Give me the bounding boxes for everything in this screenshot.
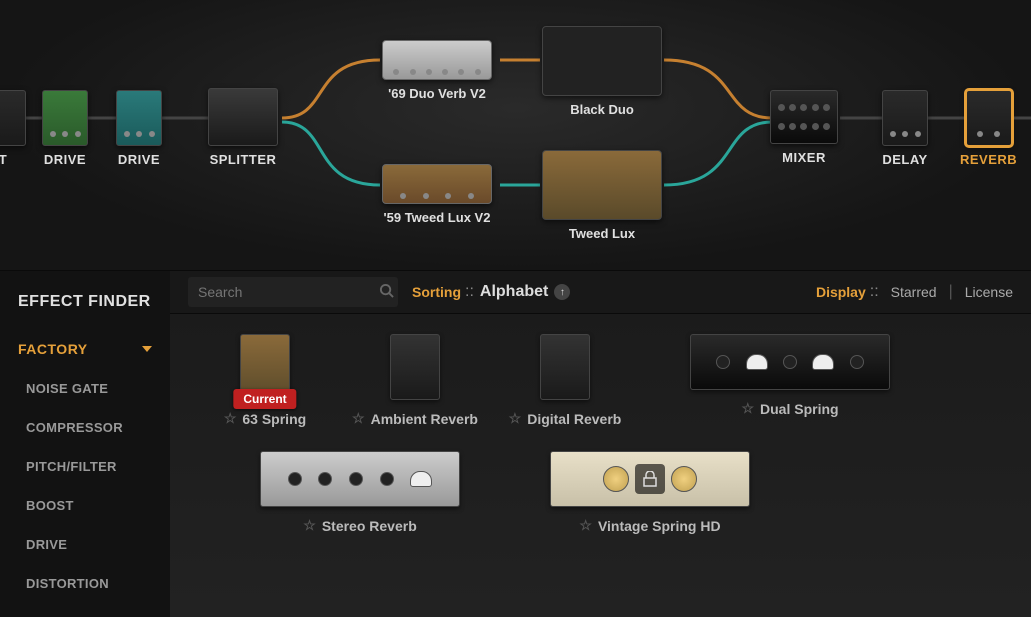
filter-starred[interactable]: Starred	[891, 284, 937, 300]
sidebar-item-pitch-filter[interactable]: PITCH/FILTER	[0, 447, 170, 486]
separator-dots: ::	[465, 283, 474, 301]
content-area: Sorting :: Alphabet ↑ Display :: Starred…	[170, 271, 1031, 617]
sidebar-item-distortion[interactable]: DISTORTION	[0, 564, 170, 603]
sidebar-item-boost[interactable]: BOOST	[0, 486, 170, 525]
lock-icon	[635, 464, 665, 494]
cab-label: Tweed Lux	[542, 226, 662, 241]
star-icon[interactable]: ☆	[303, 517, 316, 534]
effect-label: Dual Spring	[760, 401, 839, 417]
effect-label: Stereo Reverb	[322, 518, 417, 534]
effect-thumbnail	[540, 334, 590, 400]
effect-vintage-spring-hd[interactable]: ☆ Vintage Spring HD	[520, 451, 780, 534]
search-box[interactable]	[188, 277, 398, 307]
star-icon[interactable]: ☆	[509, 410, 522, 427]
chain-amp-top[interactable]: '69 Duo Verb V2	[382, 40, 492, 101]
sorting-value[interactable]: Alphabet	[480, 283, 548, 301]
effect-row: ☆ Stereo Reverb	[190, 451, 1011, 534]
pedal-drive[interactable]	[42, 90, 88, 146]
amp-label: '59 Tweed Lux V2	[382, 210, 492, 225]
device-label: DELAY	[882, 152, 928, 167]
signal-chain: T DRIVE DRIVE SPLITTER '69 Duo Verb V2 B…	[0, 0, 1031, 270]
pedal-input[interactable]	[0, 90, 26, 146]
effect-label: Digital Reverb	[527, 411, 621, 427]
effect-label: Vintage Spring HD	[598, 518, 721, 534]
speaker-cabinet[interactable]	[542, 26, 662, 96]
chain-device-input[interactable]: T	[0, 90, 26, 167]
chain-cab-top[interactable]: Black Duo	[542, 26, 662, 117]
device-label: SPLITTER	[208, 152, 278, 167]
effect-dual-spring[interactable]: ☆ Dual Spring	[660, 334, 920, 427]
device-label: DRIVE	[116, 152, 162, 167]
effects-grid[interactable]: Current ☆ 63 Spring ☆ Ambient Reverb	[170, 314, 1031, 617]
star-icon[interactable]: ☆	[579, 517, 592, 534]
sidebar-item-noise-gate[interactable]: NOISE GATE	[0, 369, 170, 408]
star-icon[interactable]: ☆	[224, 410, 237, 427]
star-icon[interactable]: ☆	[741, 400, 754, 417]
display-label[interactable]: Display	[816, 284, 866, 300]
effect-thumbnail	[550, 451, 750, 507]
speaker-cabinet[interactable]	[542, 150, 662, 220]
search-icon	[379, 283, 394, 301]
toolbar: Sorting :: Alphabet ↑ Display :: Starred…	[170, 271, 1031, 314]
pedal-drive[interactable]	[116, 90, 162, 146]
sidebar-item-drive[interactable]: DRIVE	[0, 525, 170, 564]
current-badge: Current	[233, 389, 296, 409]
mixer-unit[interactable]	[770, 90, 838, 144]
sidebar: EFFECT FINDER FACTORY NOISE GATE COMPRES…	[0, 271, 170, 617]
sidebar-category-factory[interactable]: FACTORY	[0, 329, 170, 369]
splitter-unit[interactable]	[208, 88, 278, 146]
chain-device-delay[interactable]: DELAY	[882, 90, 928, 167]
chevron-down-icon	[142, 346, 152, 352]
device-label: DRIVE	[42, 152, 88, 167]
effect-thumbnail	[390, 334, 440, 400]
star-icon[interactable]: ☆	[352, 410, 365, 427]
chain-device-splitter[interactable]: SPLITTER	[208, 88, 278, 167]
effect-finder-panel: EFFECT FINDER FACTORY NOISE GATE COMPRES…	[0, 270, 1031, 617]
chain-amp-bottom[interactable]: '59 Tweed Lux V2	[382, 164, 492, 225]
filter-license[interactable]: License	[965, 284, 1013, 300]
chain-device-drive-1[interactable]: DRIVE	[42, 90, 88, 167]
device-label: MIXER	[770, 150, 838, 165]
device-label: T	[0, 152, 26, 167]
chain-device-mixer[interactable]: MIXER	[770, 90, 838, 165]
effect-label: Ambient Reverb	[371, 411, 478, 427]
effect-63-spring[interactable]: Current ☆ 63 Spring	[190, 334, 340, 427]
effect-ambient-reverb[interactable]: ☆ Ambient Reverb	[340, 334, 490, 427]
effect-digital-reverb[interactable]: ☆ Digital Reverb	[490, 334, 640, 427]
chain-device-reverb[interactable]: REVERB	[960, 90, 1017, 167]
effect-stereo-reverb[interactable]: ☆ Stereo Reverb	[230, 451, 490, 534]
chain-device-drive-2[interactable]: DRIVE	[116, 90, 162, 167]
effect-thumbnail	[690, 334, 890, 390]
sort-direction-button[interactable]: ↑	[554, 284, 570, 300]
sorting-label[interactable]: Sorting	[412, 284, 461, 300]
chain-cab-bottom[interactable]: Tweed Lux	[542, 150, 662, 241]
effect-thumbnail	[260, 451, 460, 507]
pedal-delay[interactable]	[882, 90, 928, 146]
category-label: FACTORY	[18, 341, 88, 357]
effect-row: Current ☆ 63 Spring ☆ Ambient Reverb	[190, 334, 1011, 427]
effect-label: 63 Spring	[242, 411, 306, 427]
sidebar-title: EFFECT FINDER	[0, 271, 170, 329]
search-input[interactable]	[198, 284, 379, 300]
separator-dots: ::	[870, 283, 879, 301]
amp-label: '69 Duo Verb V2	[382, 86, 492, 101]
cab-label: Black Duo	[542, 102, 662, 117]
pedal-reverb[interactable]	[966, 90, 1012, 146]
amp-head[interactable]	[382, 164, 492, 204]
device-label: REVERB	[960, 152, 1017, 167]
amp-head[interactable]	[382, 40, 492, 80]
separator: |	[949, 283, 953, 301]
sidebar-item-compressor[interactable]: COMPRESSOR	[0, 408, 170, 447]
